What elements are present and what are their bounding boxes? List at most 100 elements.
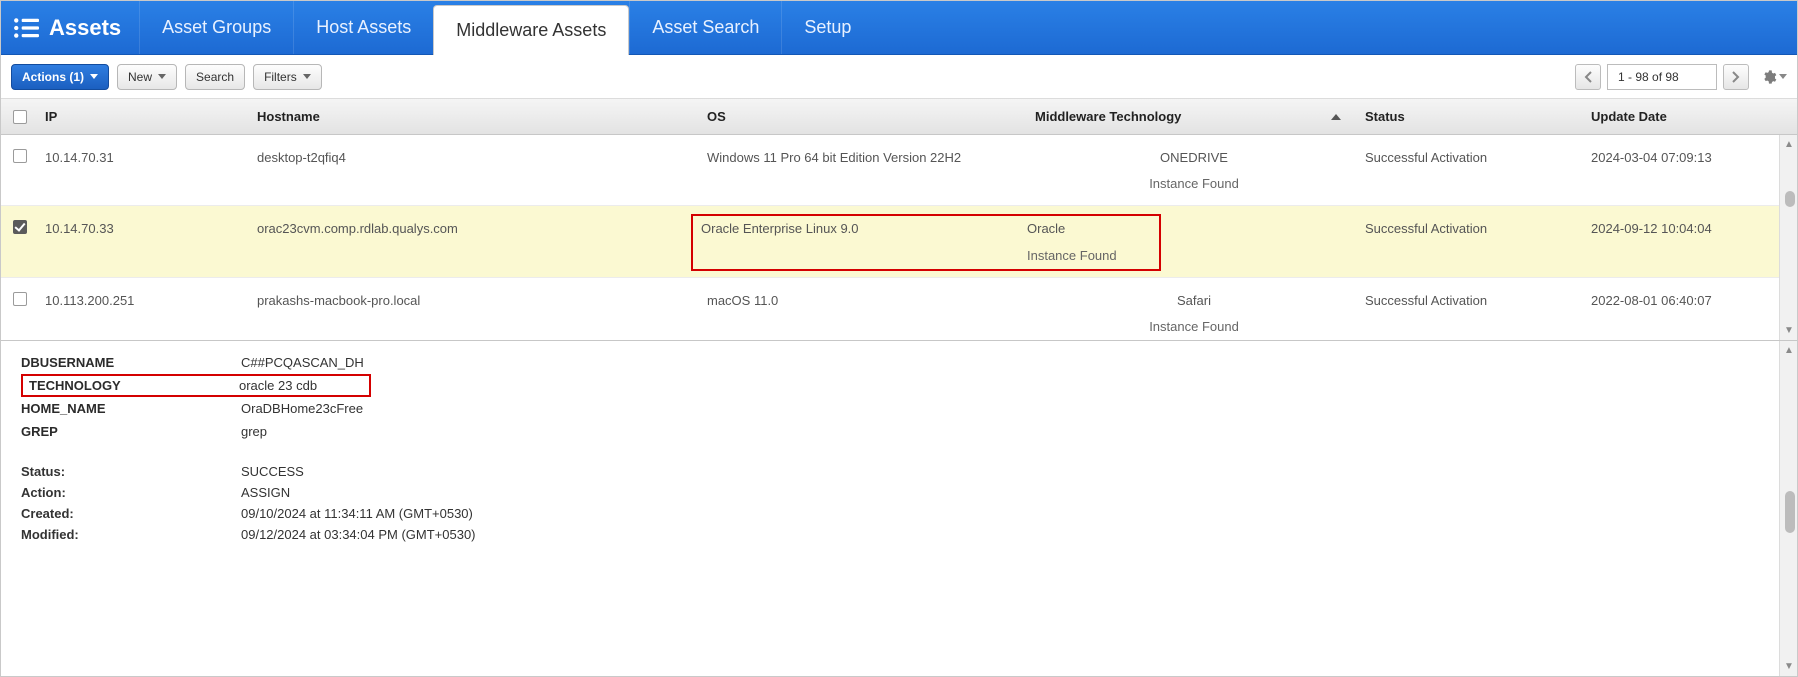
details-metadata: Status: SUCCESS Action: ASSIGN Created: …	[21, 461, 1797, 545]
cell-os: Oracle Enterprise Linux 9.0	[701, 220, 1027, 264]
tab-label: Setup	[804, 17, 851, 38]
detail-created-label: Created:	[21, 506, 241, 521]
tab-label: Asset Groups	[162, 17, 271, 38]
row-checkbox[interactable]	[13, 220, 27, 234]
col-os[interactable]: OS	[701, 109, 1029, 124]
scroll-up-icon[interactable]: ▲	[1784, 139, 1794, 150]
cell-ip: 10.14.70.31	[39, 149, 251, 167]
actions-label: Actions (1)	[22, 70, 84, 84]
col-ip[interactable]: IP	[39, 109, 251, 124]
search-button[interactable]: Search	[185, 64, 245, 90]
filters-button[interactable]: Filters	[253, 64, 322, 90]
detail-action-label: Action:	[21, 485, 241, 500]
cell-tech-name: Safari	[1177, 292, 1211, 310]
cell-status: Successful Activation	[1359, 292, 1585, 310]
cell-update-date: 2024-09-12 10:04:04	[1585, 220, 1775, 238]
cell-tech-name: Oracle	[1027, 220, 1147, 238]
detail-prop-label: GREP	[21, 420, 241, 443]
chevron-down-icon	[303, 74, 311, 79]
top-tab-bar: Assets Asset Groups Host Assets Middleware…	[1, 1, 1797, 55]
cell-ip: 10.113.200.251	[39, 292, 251, 310]
cell-hostname: desktop-t2qfiq4	[251, 149, 701, 167]
actions-button[interactable]: Actions (1)	[11, 64, 109, 90]
chevron-down-icon	[1779, 74, 1787, 79]
cell-os: macOS 11.0	[701, 292, 1029, 310]
cell-hostname: prakashs-macbook-pro.local	[251, 292, 701, 310]
detail-action-value: ASSIGN	[241, 485, 290, 500]
detail-prop-row: GREP grep	[21, 420, 380, 443]
table-row[interactable]: 10.14.70.33 orac23cvm.comp.rdlab.qualys.…	[1, 206, 1797, 277]
col-tech[interactable]: Middleware Technology	[1029, 109, 1359, 124]
details-properties-table: DBUSERNAME C##PCQASCAN_DH TECHNOLOGY ora…	[21, 351, 380, 443]
brand-assets[interactable]: Assets	[1, 1, 139, 54]
tab-label: Middleware Assets	[456, 20, 606, 41]
col-tech-label: Middleware Technology	[1035, 109, 1181, 124]
detail-modified-value: 09/12/2024 at 03:34:04 PM (GMT+0530)	[241, 527, 476, 542]
detail-prop-row: TECHNOLOGY oracle 23 cdb	[21, 374, 380, 397]
chevron-down-icon	[158, 74, 166, 79]
scroll-thumb[interactable]	[1785, 491, 1795, 533]
cell-tech-sub: Instance Found	[1149, 175, 1239, 193]
tab-asset search[interactable]: Asset Search	[629, 1, 781, 54]
pager: 1 - 98 of 98	[1575, 64, 1787, 90]
table-scrollbar[interactable]: ▲ ▼	[1779, 135, 1797, 340]
table-row[interactable]: 10.14.70.31 desktop-t2qfiq4 Windows 11 P…	[1, 135, 1797, 206]
detail-prop-label: TECHNOLOGY	[29, 378, 239, 393]
detail-prop-label: DBUSERNAME	[21, 351, 241, 374]
new-button[interactable]: New	[117, 64, 177, 90]
cell-tech-sub: Instance Found	[1027, 247, 1147, 265]
detail-created-value: 09/10/2024 at 11:34:11 AM (GMT+0530)	[241, 506, 473, 521]
col-hostname[interactable]: Hostname	[251, 109, 701, 124]
select-all-checkbox[interactable]	[13, 110, 27, 124]
chevron-down-icon	[90, 74, 98, 79]
cell-tech-name: ONEDRIVE	[1160, 149, 1228, 167]
scroll-thumb[interactable]	[1785, 191, 1795, 207]
list-icon	[13, 17, 39, 39]
col-update-date[interactable]: Update Date	[1585, 109, 1775, 124]
detail-prop-value: grep	[241, 420, 380, 443]
new-label: New	[128, 70, 152, 84]
detail-prop-value: oracle 23 cdb	[239, 378, 317, 393]
detail-prop-value: C##PCQASCAN_DH	[241, 351, 380, 374]
details-panel: DBUSERNAME C##PCQASCAN_DH TECHNOLOGY ora…	[1, 341, 1797, 676]
cell-status: Successful Activation	[1359, 220, 1585, 238]
settings-gear-button[interactable]	[1761, 64, 1787, 90]
tab-label: Host Assets	[316, 17, 411, 38]
table-header: IP Hostname OS Middleware Technology Sta…	[1, 99, 1797, 135]
sort-ascending-icon	[1331, 114, 1341, 120]
detail-status-value: SUCCESS	[241, 464, 304, 479]
cell-hostname: orac23cvm.comp.rdlab.qualys.com	[251, 220, 701, 238]
cell-update-date: 2024-03-04 07:09:13	[1585, 149, 1775, 167]
col-status[interactable]: Status	[1359, 109, 1585, 124]
detail-prop-value: OraDBHome23cFree	[241, 397, 380, 420]
detail-prop-row: DBUSERNAME C##PCQASCAN_DH	[21, 351, 380, 374]
tab-label: Asset Search	[652, 17, 759, 38]
row-checkbox[interactable]	[13, 149, 27, 163]
tab-setup[interactable]: Setup	[781, 1, 873, 54]
tab-host assets[interactable]: Host Assets	[293, 1, 433, 54]
scroll-down-icon[interactable]: ▼	[1784, 661, 1794, 672]
toolbar: Actions (1) New Search Filters 1 - 98 of…	[1, 55, 1797, 99]
table-row[interactable]: 10.113.200.251 prakashs-macbook-pro.loca…	[1, 278, 1797, 341]
detail-prop-label: HOME_NAME	[21, 397, 241, 420]
cell-ip: 10.14.70.33	[39, 220, 251, 238]
scroll-down-icon[interactable]: ▼	[1784, 325, 1794, 336]
details-scrollbar[interactable]: ▲ ▼	[1779, 341, 1797, 676]
table-body: 10.14.70.31 desktop-t2qfiq4 Windows 11 P…	[1, 135, 1797, 341]
tab-asset groups[interactable]: Asset Groups	[139, 1, 293, 54]
page-prev-button[interactable]	[1575, 64, 1601, 90]
page-next-button[interactable]	[1723, 64, 1749, 90]
detail-modified-label: Modified:	[21, 527, 241, 542]
search-label: Search	[196, 70, 234, 84]
row-checkbox[interactable]	[13, 292, 27, 306]
brand-title: Assets	[49, 15, 121, 41]
cell-tech-sub: Instance Found	[1149, 318, 1239, 336]
detail-prop-row: HOME_NAME OraDBHome23cFree	[21, 397, 380, 420]
cell-os: Windows 11 Pro 64 bit Edition Version 22…	[701, 149, 1029, 167]
filters-label: Filters	[264, 70, 297, 84]
page-range[interactable]: 1 - 98 of 98	[1607, 64, 1717, 90]
detail-status-label: Status:	[21, 464, 241, 479]
scroll-up-icon[interactable]: ▲	[1784, 345, 1794, 356]
tab-middleware assets[interactable]: Middleware Assets	[433, 5, 629, 55]
cell-update-date: 2022-08-01 06:40:07	[1585, 292, 1775, 310]
